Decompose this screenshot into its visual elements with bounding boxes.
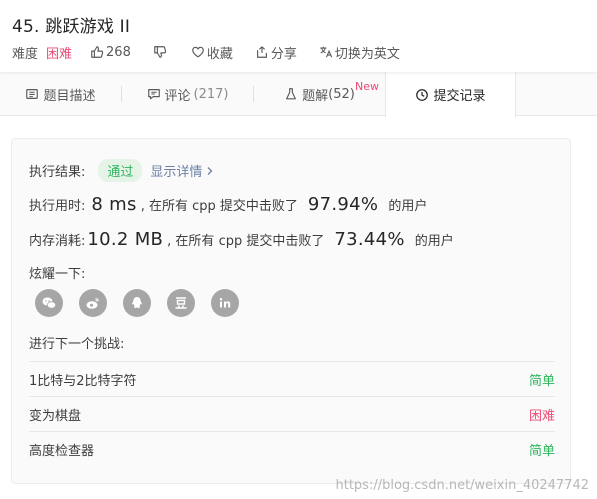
switch-language-label: 切换为英文 [334, 46, 400, 62]
list-item[interactable]: 变为棋盘 困难 [29, 396, 555, 431]
share-weibo-button[interactable] [79, 289, 107, 317]
runtime-row: 执行用时: 8 ms , 在所有 cpp 提交中击败了 97.94% 的用户 [29, 194, 427, 215]
share-qq-button[interactable] [123, 289, 151, 317]
tab-description[interactable]: 题目描述 [0, 72, 121, 116]
thumbs-up-icon [91, 46, 104, 58]
list-item[interactable]: 高度检查器 简单 [29, 431, 555, 466]
share-douban-button[interactable] [167, 289, 195, 317]
problem-difficulty: 简单 [528, 373, 555, 389]
watermark: https://blog.csdn.net/weixin_40247742 [335, 478, 589, 493]
like-button[interactable]: 268 [90, 45, 131, 60]
like-count: 268 [106, 44, 131, 60]
tab-bar: 题目描述 评论 (217) 题解 (52) New 提交记录 [0, 72, 597, 117]
share-title: 炫耀一下: [29, 267, 86, 282]
runtime-percentile: 97.94% [307, 194, 379, 215]
favorite-button[interactable]: 收藏 [191, 43, 233, 62]
weibo-icon [86, 297, 99, 309]
dislike-button[interactable] [153, 45, 169, 59]
runtime-tail-text: 的用户 [388, 199, 428, 214]
result-row: 执行结果: 通过 显示详情 [29, 159, 215, 182]
share-title-row: 炫耀一下: [29, 263, 85, 282]
description-icon [26, 89, 39, 99]
submission-result-panel: 执行结果: 通过 显示详情 执行用时: 8 ms , 在所有 cpp 提交中击败… [11, 138, 571, 484]
flask-icon [286, 88, 297, 100]
linkedin-icon [219, 298, 231, 308]
douban-icon [175, 297, 187, 309]
comment-icon [147, 89, 160, 100]
share-linkedin-button[interactable] [211, 289, 239, 317]
share-button[interactable]: 分享 [255, 43, 297, 62]
tab-count: (52) [328, 86, 355, 102]
memory-percentile: 73.44% [334, 229, 405, 250]
memory-label: 内存消耗: [29, 234, 86, 249]
switch-language-button[interactable]: 切换为英文 [319, 43, 400, 62]
tab-label: 题目描述 [43, 88, 96, 104]
problem-title: 45. 跳跃游戏 II [12, 17, 131, 37]
clock-icon [416, 88, 429, 101]
memory-comparison-text: , 在所有 cpp 提交中击败了 [167, 234, 325, 249]
tab-label: 题解 [302, 88, 329, 104]
result-label: 执行结果: [29, 165, 86, 180]
chevron-right-icon [207, 166, 213, 175]
show-details-label: 显示详情 [150, 165, 203, 180]
difficulty-value: 困难 [46, 46, 73, 62]
problem-header: 45. 跳跃游戏 II 难度 困难 268 收藏 分享 切换为英文 [0, 0, 597, 72]
tab-label: 提交记录 [433, 89, 486, 104]
problem-name: 1比特与2比特字符 [29, 373, 137, 389]
wechat-icon [42, 297, 57, 309]
memory-tail-text: 的用户 [414, 234, 454, 249]
tab-solutions[interactable]: 题解 (52) [254, 72, 385, 116]
qq-icon [132, 297, 142, 308]
runtime-label: 执行用时: [29, 199, 86, 214]
next-challenge-title: 进行下一个挑战: [29, 337, 125, 352]
problem-meta: 难度 困难 268 收藏 分享 切换为英文 [12, 43, 422, 62]
memory-value: 10.2 MB [87, 229, 164, 250]
next-challenge-list: 1比特与2比特字符 简单 变为棋盘 困难 高度检查器 简单 [29, 361, 555, 466]
translate-icon [320, 46, 333, 58]
memory-row: 内存消耗: 10.2 MB , 在所有 cpp 提交中击败了 73.44% 的用… [29, 229, 454, 250]
social-share-row [35, 289, 255, 317]
thumbs-down-icon [154, 46, 167, 58]
new-badge: New [355, 80, 379, 93]
runtime-value: 8 ms [91, 194, 137, 215]
runtime-comparison-text: , 在所有 cpp 提交中击败了 [140, 199, 298, 214]
favorite-label: 收藏 [206, 46, 233, 62]
difficulty-label: 难度 [12, 46, 39, 62]
show-details-link[interactable]: 显示详情 [150, 161, 215, 180]
tab-count: (217) [193, 86, 229, 102]
heart-icon [192, 46, 204, 58]
tab-submissions[interactable]: 提交记录 [385, 72, 516, 117]
share-label: 分享 [270, 46, 297, 62]
problem-difficulty: 困难 [528, 408, 555, 424]
tab-label: 评论 [164, 88, 191, 104]
share-wechat-button[interactable] [35, 289, 63, 317]
problem-name: 高度检查器 [29, 443, 95, 459]
status-badge: 通过 [98, 159, 143, 182]
share-icon [256, 46, 267, 58]
tab-comments[interactable]: 评论 (217) [122, 72, 253, 116]
list-item[interactable]: 1比特与2比特字符 简单 [29, 361, 555, 396]
problem-name: 变为棋盘 [29, 408, 82, 424]
problem-difficulty: 简单 [528, 443, 555, 459]
